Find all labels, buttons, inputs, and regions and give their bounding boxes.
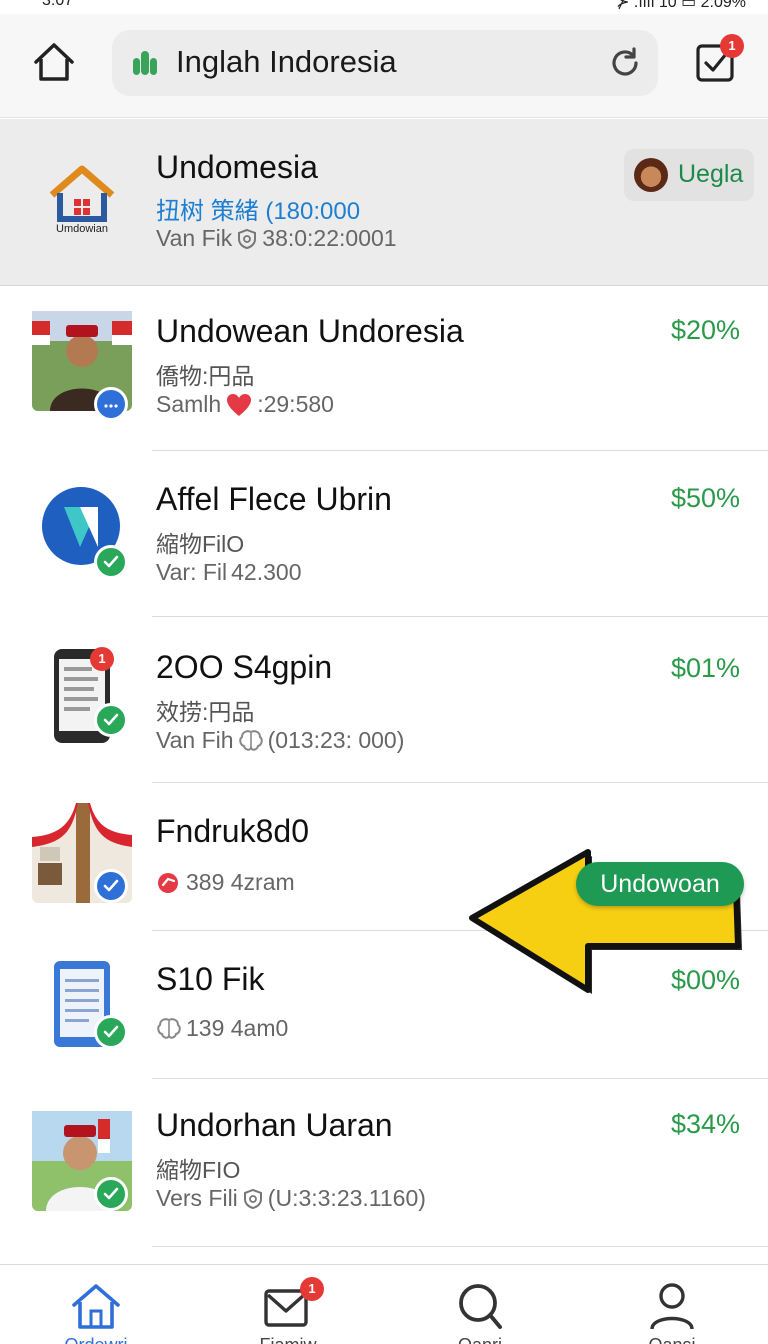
home-icon [34, 43, 74, 81]
item-title: Undowean Undoresia [156, 313, 464, 349]
tasks-button[interactable]: 1 [694, 34, 744, 86]
item-meta-value: 389 4zram [186, 869, 295, 895]
status-time: 3:07 [42, 0, 74, 9]
heart-icon [227, 393, 252, 416]
item-meta: 389 4zram [156, 869, 295, 896]
verified-check-icon [94, 869, 128, 903]
person-avatar [32, 311, 132, 421]
nav-item-home[interactable]: Ordewri [0, 1265, 192, 1344]
item-meta-label: Vers Fili [156, 1185, 238, 1211]
status-bar: 3:07 ⊁ .ılıl 10 ▭ 2:09% [0, 0, 768, 14]
user-chip[interactable]: Uegla [624, 149, 754, 201]
item-meta-value: (U:3:3:23.1160) [267, 1185, 426, 1211]
item-meta: Vers Fili (U:3:3:23.1160) [156, 1185, 426, 1212]
nav-item-search[interactable]: Qanri [384, 1265, 576, 1344]
item-subtitle: 縮物FIO [156, 1157, 241, 1183]
app-avatar [32, 485, 132, 585]
divider [152, 1246, 768, 1247]
nav-label: Fiamiw [192, 1335, 384, 1344]
reload-icon[interactable] [608, 46, 642, 80]
document-avatar [32, 959, 132, 1059]
item-title: Affel Flece Ubrin [156, 481, 392, 517]
status-indicators: ⊁ .ılıl 10 ▭ 2:09% [616, 0, 746, 11]
top-bar: Inglah Indoresia 1 [0, 14, 768, 118]
profile-header[interactable]: Umdowian Undomesia 扭树 策緒 (180:000 Van Fi… [0, 119, 768, 286]
item-meta-label: Samlh [156, 391, 222, 417]
shield-icon [243, 1188, 262, 1209]
item-meta-label: Van Fih [156, 727, 234, 753]
verified-check-icon [94, 703, 128, 737]
phone-avatar: 1 [32, 647, 132, 747]
item-meta: Van Fih (013:23: 000) [156, 727, 404, 754]
item-meta-label: Var: Fil [156, 559, 228, 585]
profile-code: 扭树 策緒 (180:000 [156, 198, 361, 225]
item-title: Fndruk8d0 [156, 813, 309, 849]
item-title: Undorhan Uaran [156, 1107, 393, 1143]
item-badge: 1 [90, 647, 114, 671]
nav-label: Qanri [384, 1335, 576, 1344]
logo-caption: Umdowian [56, 223, 108, 235]
nav-item-messages[interactable]: 1 Fiamiw [192, 1265, 384, 1344]
item-meta-value: (013:23: 000) [267, 727, 405, 753]
house-logo-icon [49, 165, 115, 222]
item-amount: $01% [670, 653, 740, 683]
item-subtitle: 效捞:円品 [156, 699, 255, 725]
nav-item-profile[interactable]: Oansi [576, 1265, 768, 1344]
user-icon [650, 1283, 694, 1330]
chip-label: Uegla [678, 160, 744, 188]
item-subtitle: 僑物:円品 [156, 363, 255, 389]
verified-badge [94, 387, 128, 421]
more-dots-icon [104, 404, 118, 408]
item-meta: Var: Fil 42.300 [156, 559, 302, 586]
nav-label: Ordewri [0, 1335, 192, 1344]
shield-icon [238, 228, 257, 249]
item-meta-value: :29:580 [257, 391, 334, 417]
verified-check-icon [94, 1177, 128, 1211]
item-title: 2OO S4gpin [156, 649, 333, 685]
brain-icon [238, 729, 263, 751]
item-meta: Samlh :29:580 [156, 391, 334, 418]
callout-label-button[interactable]: Undowoan [576, 862, 744, 906]
item-amount: $20% [670, 315, 740, 345]
tag-icon [158, 872, 178, 893]
item-title: S10 Fik [156, 961, 265, 997]
list-item[interactable]: 1 2OO S4gpin 效捞:円品 Van Fih (013:23: 000)… [0, 617, 768, 783]
item-amount: $34% [670, 1109, 740, 1139]
profile-meta-value: 38:0:22:0001 [262, 225, 397, 251]
nav-badge: 1 [300, 1277, 324, 1301]
home-button[interactable] [28, 36, 80, 88]
item-subtitle: 縮物FilO [156, 531, 245, 557]
item-amount: $50% [670, 483, 740, 513]
home-icon [72, 1284, 120, 1329]
person-avatar [32, 1111, 132, 1211]
list-item[interactable]: Affel Flece Ubrin 縮物FilO Var: Fil 42.300… [0, 451, 768, 617]
chip-avatar [634, 158, 668, 192]
item-meta-value: 42.300 [231, 559, 302, 585]
address-bar[interactable]: Inglah Indoresia [112, 30, 658, 96]
list-item[interactable]: Undorhan Uaran 縮物FIO Vers Fili (U:3:3:23… [0, 1079, 768, 1247]
notification-badge: 1 [720, 34, 744, 58]
secure-site-icon [133, 51, 157, 75]
item-meta-value: 139 4am0 [186, 1015, 289, 1041]
interior-avatar [32, 803, 132, 903]
list-item[interactable]: Undowean Undoresia 僑物:円品 Samlh :29:580 $… [0, 287, 768, 451]
nav-label: Oansi [576, 1335, 768, 1344]
verified-check-icon [94, 545, 128, 579]
company-logo: Umdowian [40, 161, 124, 251]
profile-name: Undomesia [156, 149, 318, 185]
profile-meta: Van Fik 38:0:22:0001 [156, 225, 397, 252]
verified-check-icon [94, 1015, 128, 1049]
profile-meta-label: Van Fik [156, 225, 233, 251]
item-meta: 139 4am0 [156, 1015, 288, 1042]
brain-icon [157, 1017, 181, 1039]
bottom-navigation: Ordewri 1 Fiamiw Qanri Oansi [0, 1264, 768, 1344]
url-text: Inglah Indoresia [176, 44, 397, 79]
search-icon [459, 1284, 502, 1329]
